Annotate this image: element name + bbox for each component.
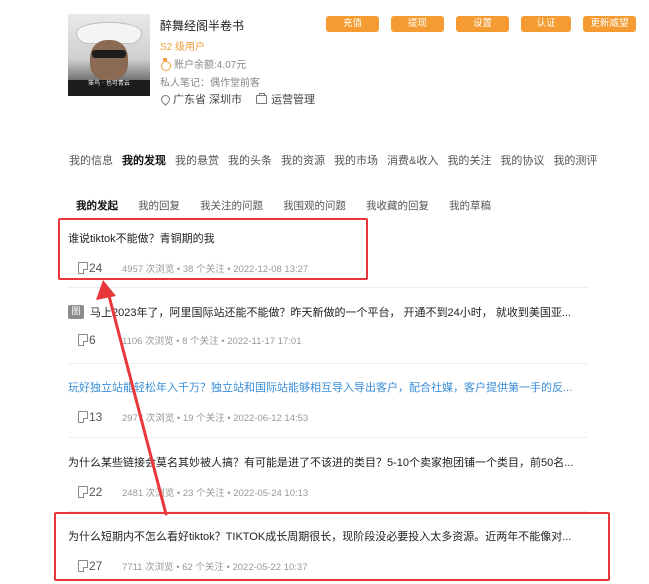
answer-count[interactable]: 13 — [78, 410, 122, 424]
avatar-face — [90, 40, 128, 80]
divider — [68, 287, 588, 288]
tab-headlines[interactable]: 我的头条 — [228, 152, 272, 168]
location-pin-icon — [160, 94, 169, 105]
recharge-button[interactable]: 充值 — [326, 16, 379, 32]
answer-count-value: 13 — [89, 410, 103, 424]
subtab-initiated[interactable]: 我的发起 — [76, 198, 118, 213]
action-buttons: 充值 提现 设置 认证 更新威望 — [326, 16, 648, 32]
tab-follow[interactable]: 我的关注 — [447, 152, 491, 168]
tab-discover[interactable]: 我的发现 — [122, 152, 166, 168]
tab-info[interactable]: 我的信息 — [69, 152, 113, 168]
answer-count[interactable]: 22 — [78, 485, 122, 499]
subtab-followed-questions[interactable]: 我关注的问题 — [200, 198, 263, 213]
briefcase-icon — [256, 92, 268, 104]
answer-count-value: 6 — [89, 333, 96, 347]
item-meta: 22 2481 次浏览 • 23 个关注 • 2022-05-24 10:13 — [78, 485, 588, 499]
subtab-drafts[interactable]: 我的草稿 — [449, 198, 491, 213]
list-item: 玩好独立站能轻松年入千万？独立站和国际站能够相互导入导出客户，配合社媒，客户提供… — [68, 379, 588, 424]
update-prestige-button[interactable]: 更新威望 — [583, 16, 636, 32]
document-icon — [78, 486, 88, 498]
subtab-collected-replies[interactable]: 我收藏的回复 — [366, 198, 429, 213]
subtab-watched-questions[interactable]: 我围观的问题 — [283, 198, 346, 213]
tab-bounty[interactable]: 我的悬赏 — [175, 152, 219, 168]
subtab-replies[interactable]: 我的回复 — [138, 198, 180, 213]
user-level[interactable]: S2 级用户 — [160, 38, 205, 53]
item-stats: 1106 次浏览 • 8 个关注 • 2022-11-17 17:01 — [122, 336, 302, 347]
item-stats: 2481 次浏览 • 23 个关注 • 2022-05-24 10:13 — [122, 488, 309, 499]
verify-button[interactable]: 认证 — [521, 16, 571, 32]
answer-count-value: 22 — [89, 485, 103, 499]
list-item: 为什么某些链接会莫名其妙被人搞？有可能是进了不该进的类目？5-10个卖家抱团铺一… — [68, 454, 588, 499]
withdraw-button[interactable]: 提现 — [391, 16, 444, 32]
settings-button[interactable]: 设置 — [456, 16, 509, 32]
document-icon — [78, 334, 88, 346]
avatar[interactable]: 笨鸟 · 也可青云 — [68, 14, 150, 96]
highlight-box-top — [58, 218, 368, 280]
item-title-text[interactable]: 马上2023年了，阿里国际站还能不能做？昨天新做的一个平台， 开通不到24小时，… — [90, 304, 571, 320]
divider — [68, 437, 588, 438]
tab-agreement[interactable]: 我的协议 — [500, 152, 544, 168]
list-item: 图 马上2023年了，阿里国际站还能不能做？昨天新做的一个平台， 开通不到24小… — [68, 304, 588, 347]
medal-icon — [160, 57, 171, 71]
account-balance: 账户余额:4.07元 — [160, 56, 246, 71]
tab-resources[interactable]: 我的资源 — [281, 152, 325, 168]
tab-consumption-income[interactable]: 消费&收入 — [387, 152, 438, 168]
main-nav: 我的信息 我的发现 我的悬赏 我的头条 我的资源 我的市场 消费&收入 我的关注… — [69, 152, 606, 168]
item-title[interactable]: 为什么某些链接会莫名其妙被人搞？有可能是进了不该进的类目？5-10个卖家抱团铺一… — [68, 454, 588, 470]
balance-text: 账户余额:4.07元 — [174, 60, 247, 71]
answer-count[interactable]: 6 — [78, 333, 122, 347]
item-meta: 6 1106 次浏览 • 8 个关注 • 2022-11-17 17:01 — [78, 333, 588, 347]
job-text: 运营管理 — [271, 94, 316, 106]
document-icon — [78, 411, 88, 423]
item-stats: 2977 次浏览 • 19 个关注 • 2022-06-12 14:53 — [122, 413, 309, 424]
highlight-box-bottom — [54, 512, 610, 581]
avatar-caption: 笨鸟 · 也可青云 — [88, 80, 130, 87]
private-note: 私人笔记：偶作堂前客 — [160, 78, 260, 89]
tab-review[interactable]: 我的测评 — [553, 152, 597, 168]
divider — [68, 363, 588, 364]
username: 醉舞经阁半卷书 — [160, 19, 245, 33]
item-title[interactable]: 玩好独立站能轻松年入千万？独立站和国际站能够相互导入导出客户，配合社媒，客户提供… — [68, 379, 588, 395]
tab-market[interactable]: 我的市场 — [334, 152, 378, 168]
image-badge-icon: 图 — [68, 305, 84, 319]
location-row: 广东省 深圳市 运营管理 — [160, 91, 315, 107]
avatar-glasses — [92, 50, 126, 58]
sub-nav: 我的发起 我的回复 我关注的问题 我围观的问题 我收藏的回复 我的草稿 — [76, 198, 511, 213]
item-meta: 13 2977 次浏览 • 19 个关注 • 2022-06-12 14:53 — [78, 410, 588, 424]
item-title[interactable]: 图 马上2023年了，阿里国际站还能不能做？昨天新做的一个平台， 开通不到24小… — [68, 304, 588, 320]
location-text: 广东省 深圳市 — [173, 94, 243, 106]
